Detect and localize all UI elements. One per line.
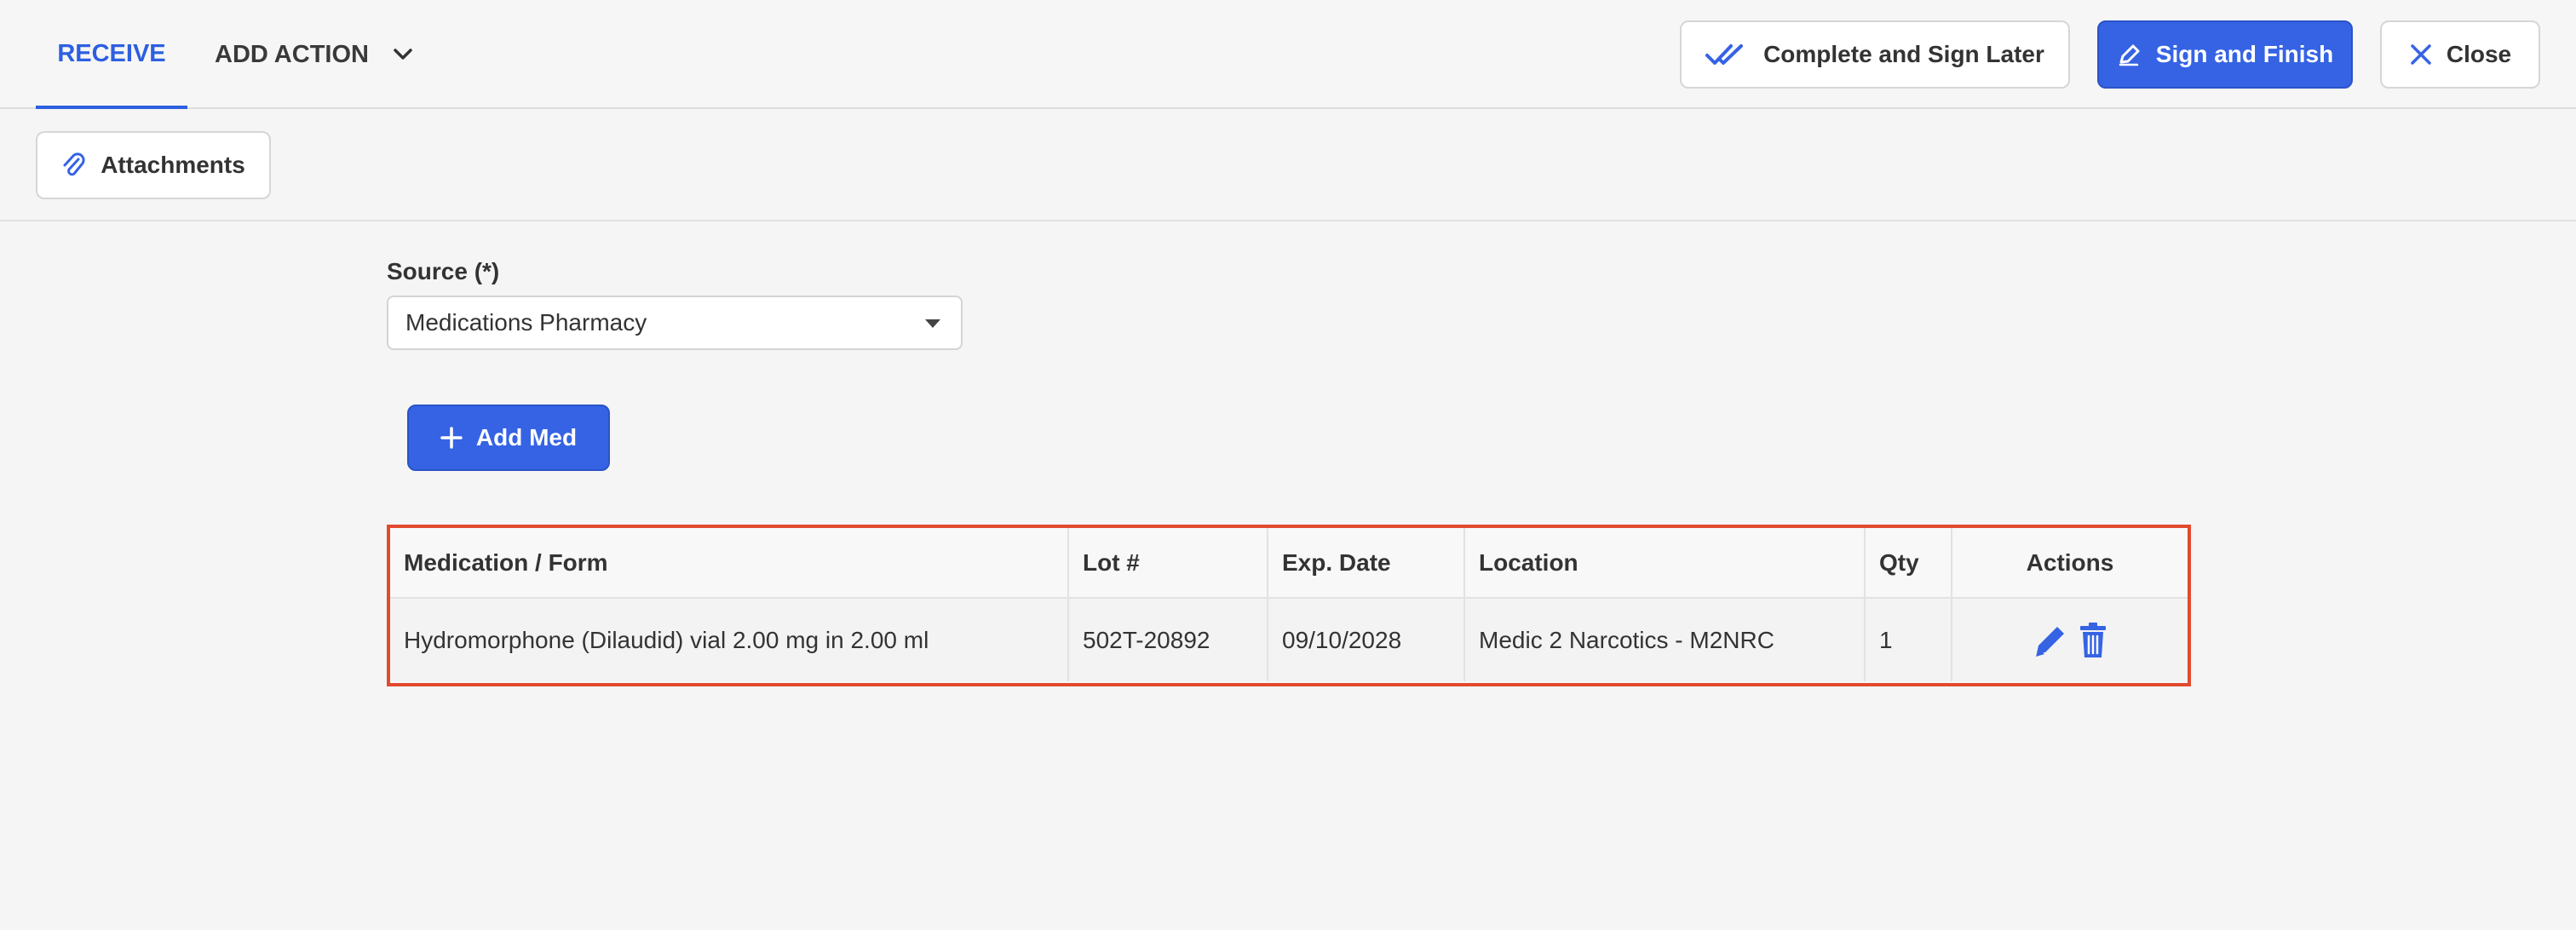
table-header-row: Medication / Form Lot # Exp. Date Locati…: [390, 528, 2188, 599]
sign-and-finish-label: Sign and Finish: [2155, 41, 2334, 67]
cell-qty: 1: [1865, 598, 1952, 681]
add-med-button[interactable]: Add Med: [407, 405, 610, 471]
chevron-down-icon: [393, 48, 413, 61]
add-action-label: ADD ACTION: [215, 40, 369, 68]
complete-and-sign-later-label: Complete and Sign Later: [1763, 41, 2044, 67]
close-button[interactable]: Close: [2380, 20, 2540, 89]
medications-table: Medication / Form Lot # Exp. Date Locati…: [387, 525, 2191, 686]
sign-and-finish-button[interactable]: Sign and Finish: [2097, 20, 2353, 89]
source-select-value: Medications Pharmacy: [405, 309, 647, 336]
cell-location: Medic 2 Narcotics - M2NRC: [1464, 598, 1866, 681]
complete-and-sign-later-button[interactable]: Complete and Sign Later: [1680, 20, 2070, 89]
column-header-actions: Actions: [1952, 528, 2188, 599]
cell-actions: [1952, 598, 2188, 681]
close-label: Close: [2446, 41, 2512, 67]
cell-medication: Hydromorphone (Dilaudid) vial 2.00 mg in…: [390, 598, 1069, 681]
tab-receive[interactable]: RECEIVE: [36, 0, 187, 109]
secondary-toolbar: Attachments: [0, 111, 2576, 221]
table-row: Hydromorphone (Dilaudid) vial 2.00 mg in…: [390, 598, 2188, 681]
close-icon: [2409, 43, 2433, 66]
column-header-medication: Medication / Form: [390, 528, 1069, 599]
column-header-exp-date: Exp. Date: [1268, 528, 1465, 599]
add-med-label: Add Med: [475, 424, 578, 451]
pen-icon: [2117, 42, 2142, 67]
trash-icon[interactable]: [2078, 622, 2108, 659]
edit-icon[interactable]: [2032, 623, 2069, 658]
source-select[interactable]: Medications Pharmacy: [387, 296, 963, 350]
column-header-qty: Qty: [1865, 528, 1952, 599]
column-header-location: Location: [1464, 528, 1866, 599]
attachments-button[interactable]: Attachments: [36, 131, 271, 199]
top-bar: RECEIVE ADD ACTION Complete and Sign Lat…: [0, 0, 2576, 109]
attachments-label: Attachments: [101, 152, 245, 178]
cell-exp-date: 09/10/2028: [1268, 598, 1465, 681]
cell-lot: 502T-20892: [1068, 598, 1268, 681]
double-check-icon: [1705, 43, 1745, 66]
paperclip-icon: [61, 152, 85, 179]
source-label: Source (*): [387, 258, 500, 284]
plus-icon: [440, 427, 463, 449]
column-header-lot: Lot #: [1068, 528, 1268, 599]
caret-down-icon: [925, 319, 940, 328]
add-action-menu[interactable]: ADD ACTION: [215, 0, 413, 109]
